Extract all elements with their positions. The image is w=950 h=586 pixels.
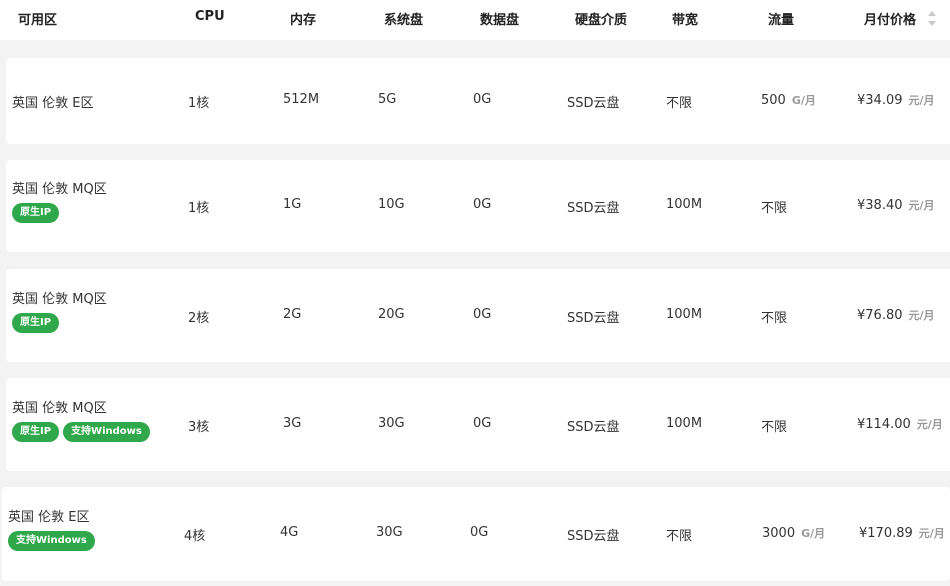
- memory-cell: 1G: [283, 197, 302, 212]
- price-value: ¥76.80: [857, 307, 903, 323]
- memory-cell: 2G: [283, 306, 302, 322]
- price-unit: 元/月: [918, 527, 945, 540]
- header-monthly-price[interactable]: 月付价格: [864, 9, 916, 28]
- price-cell: ¥114.00 元/月: [857, 416, 943, 432]
- table-row[interactable]: 英国 伦敦 E区 1核 512M 5G 0G SSD云盘 不限 500 G/月 ¥34.09 元/月: [6, 58, 950, 144]
- price-cell: ¥170.89 元/月: [859, 525, 945, 541]
- native-ip-badge: 原生IP: [12, 203, 60, 223]
- bandwidth-cell: 100M: [666, 306, 703, 322]
- table-row[interactable]: 英国 伦敦 MQ区原生IP 支持Windows 3核 3G 30G 0G SSD云盘 100M…: [6, 378, 950, 471]
- price-unit: 元/月: [916, 417, 943, 431]
- price-value: ¥114.00: [857, 416, 911, 432]
- cpu-cell: 4核: [184, 529, 206, 544]
- badge-group: 原生IP 支持Windows: [12, 421, 150, 442]
- cpu-cell: 2核: [188, 310, 210, 326]
- traffic-value: 不限: [761, 310, 788, 326]
- native-ip-badge: 原生IP: [12, 421, 60, 442]
- memory-cell: 4G: [280, 525, 299, 540]
- data-disk-cell: 0G: [470, 525, 489, 540]
- price-cell: ¥34.09 元/月: [857, 92, 935, 108]
- badge-group: 支持Windows: [8, 531, 95, 551]
- traffic-cell: 不限: [761, 197, 787, 216]
- price-value: ¥34.09: [857, 93, 903, 108]
- memory-cell: 512M: [283, 92, 320, 107]
- table-row[interactable]: 英国 伦敦 MQ区原生IP 1核 1G 10G 0G SSD云盘 100M 不限 ¥38.40 元…: [6, 160, 950, 252]
- traffic-cell: 不限: [761, 307, 787, 326]
- disk-media-cell: SSD云盘: [567, 419, 620, 435]
- price-value: ¥170.89: [859, 526, 913, 541]
- system-disk-cell: 5G: [378, 92, 397, 107]
- traffic-value: 不限: [761, 419, 788, 435]
- badge-group: 原生IP: [12, 203, 107, 223]
- windows-support-badge: 支持Windows: [63, 421, 150, 442]
- windows-support-badge: 支持Windows: [8, 531, 95, 551]
- zone-cell: 英国 伦敦 MQ区原生IP 支持Windows: [12, 397, 150, 442]
- system-disk-cell: 30G: [378, 415, 405, 431]
- cpu-cell: 3核: [188, 419, 210, 435]
- sort-descending-icon: [928, 21, 936, 26]
- header-data-disk: 数据盘: [480, 13, 520, 28]
- table-header: 可用区 CPU 内存 系统盘 数据盘 硬盘介质 带宽 流量 月付价格: [0, 0, 950, 40]
- price-unit: 元/月: [908, 308, 935, 322]
- cpu-cell: 1核: [188, 96, 210, 111]
- header-memory: 内存: [290, 13, 317, 28]
- traffic-unit: G/月: [791, 94, 816, 107]
- system-disk-cell: 10G: [378, 197, 405, 212]
- header-traffic: 流量: [768, 13, 795, 28]
- traffic-unit: G/月: [801, 527, 826, 540]
- header-disk-media: 硬盘介质: [575, 13, 628, 28]
- zone-cell: 英国 伦敦 E区: [12, 92, 93, 111]
- traffic-value: 不限: [761, 201, 788, 216]
- zone-name: 英国 伦敦 E区: [12, 96, 94, 111]
- traffic-cell: 不限: [761, 416, 787, 435]
- price-value: ¥38.40: [857, 198, 903, 213]
- pricing-table: 可用区 CPU 内存 系统盘 数据盘 硬盘介质 带宽 流量 月付价格 英国 伦敦…: [0, 0, 950, 586]
- system-disk-cell: 30G: [376, 525, 403, 540]
- traffic-cell: 500 G/月: [761, 92, 816, 108]
- zone-name: 英国 伦敦 MQ区: [12, 182, 107, 197]
- header-cpu: CPU: [195, 9, 225, 24]
- disk-media-cell: SSD云盘: [567, 201, 620, 216]
- bandwidth-cell: 不限: [666, 96, 693, 111]
- data-disk-cell: 0G: [473, 197, 492, 212]
- header-system-disk: 系统盘: [384, 13, 424, 28]
- zone-name: 英国 伦敦 MQ区: [12, 400, 107, 416]
- price-cell: ¥38.40 元/月: [857, 197, 935, 213]
- zone-name: 英国 伦敦 MQ区: [12, 291, 107, 307]
- price-cell: ¥76.80 元/月: [857, 307, 935, 323]
- data-disk-cell: 0G: [473, 92, 492, 107]
- badge-group: 原生IP: [12, 312, 107, 333]
- bandwidth-cell: 100M: [666, 197, 703, 212]
- traffic-value: 500: [761, 93, 786, 108]
- data-disk-cell: 0G: [473, 306, 492, 322]
- bandwidth-cell: 100M: [666, 415, 703, 431]
- data-disk-cell: 0G: [473, 415, 492, 431]
- sort-icon[interactable]: [928, 9, 938, 29]
- disk-media-cell: SSD云盘: [567, 96, 620, 111]
- table-row[interactable]: 英国 伦敦 MQ区原生IP 2核 2G 20G 0G SSD云盘 100M 不限 ¥76.80 元…: [6, 269, 950, 362]
- disk-media-cell: SSD云盘: [567, 310, 620, 326]
- header-zone: 可用区: [18, 13, 58, 28]
- price-unit: 元/月: [908, 199, 935, 212]
- native-ip-badge: 原生IP: [12, 312, 60, 333]
- zone-cell: 英国 伦敦 MQ区原生IP: [12, 178, 107, 223]
- header-bandwidth: 带宽: [672, 13, 699, 28]
- zone-name: 英国 伦敦 E区: [8, 510, 90, 525]
- traffic-value: 3000: [762, 526, 796, 541]
- cpu-cell: 1核: [188, 201, 210, 216]
- sort-ascending-icon: [928, 11, 936, 16]
- zone-cell: 英国 伦敦 E区支持Windows: [8, 506, 95, 551]
- disk-media-cell: SSD云盘: [567, 529, 620, 544]
- system-disk-cell: 20G: [378, 306, 405, 322]
- table-row[interactable]: 英国 伦敦 E区支持Windows 4核 4G 30G 0G SSD云盘 不限 3000 G/月…: [2, 487, 950, 581]
- traffic-cell: 3000 G/月: [762, 525, 825, 541]
- memory-cell: 3G: [283, 415, 302, 431]
- zone-cell: 英国 伦敦 MQ区原生IP: [12, 288, 107, 333]
- price-unit: 元/月: [908, 94, 935, 107]
- bandwidth-cell: 不限: [666, 529, 693, 544]
